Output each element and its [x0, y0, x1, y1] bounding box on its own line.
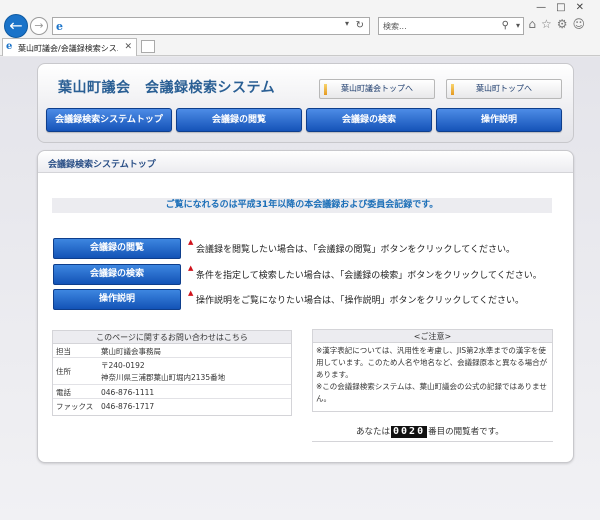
- address-dropdown-icon[interactable]: ▾: [345, 19, 349, 28]
- nav-search-minutes[interactable]: 会議録の検索: [306, 108, 432, 132]
- instructions-description: 操作説明をご覧になりたい場合は、「操作説明」ボタンをクリックしてください。: [196, 296, 524, 306]
- favorites-star-icon[interactable]: ☆: [541, 17, 557, 31]
- content-panel: 会議録検索システムトップ ご覧になれるのは平成31年以降の本会議録および委員会記…: [37, 150, 574, 463]
- window-controls[interactable]: —□✕: [536, 2, 594, 13]
- divider: [312, 441, 553, 442]
- search-icon[interactable]: ⚲: [502, 20, 509, 31]
- contact-value: 046-876-1717: [101, 402, 155, 411]
- contact-value: 〒240-0192 神奈川県三浦郡葉山町堀内2135番地: [101, 360, 225, 384]
- ie-logo-icon: e: [56, 20, 63, 33]
- smiley-icon[interactable]: ☺: [572, 17, 590, 31]
- contact-label: 担当: [56, 347, 71, 356]
- visitor-counter: あなたは 0020 番目の閲覧者です。: [356, 425, 504, 438]
- tab-title: 葉山町議会/会議録検索シス...: [18, 44, 118, 53]
- contact-table: このページに関するお問い合わせはこちら 担当 葉山町議会事務局 住所 〒240-…: [52, 330, 292, 416]
- availability-notice: ご覧になれるのは平成31年以降の本会議録および委員会記録です。: [52, 198, 552, 213]
- town-top-link[interactable]: 葉山町トップへ: [446, 79, 562, 99]
- nav-instructions[interactable]: 操作説明: [436, 108, 562, 132]
- bullet-mark: ▲: [188, 289, 194, 297]
- close-icon[interactable]: ✕: [124, 42, 132, 52]
- contact-value: 046-876-1111: [101, 388, 155, 397]
- contact-row: 住所 〒240-0192 神奈川県三浦郡葉山町堀内2135番地: [53, 358, 291, 385]
- new-tab-button[interactable]: [141, 40, 155, 53]
- search-minutes-description: 条件を指定して検索したい場合は、「会議録の検索」ボタンをクリックしてください。: [196, 271, 542, 281]
- page-title: 会議録検索システムトップ: [48, 160, 156, 170]
- nav-browse-minutes[interactable]: 会議録の閲覧: [176, 108, 302, 132]
- toolbar-icons[interactable]: ⌂☆⚙☺: [528, 17, 590, 31]
- assembly-top-link[interactable]: 葉山町議会トップへ: [319, 79, 435, 99]
- main-nav: 会議録検索システムトップ 会議録の閲覧 会議録の検索 操作説明: [46, 108, 566, 133]
- postal-code: 〒240-0192: [101, 361, 145, 370]
- site-header: 葉山町議会 会議録検索システム 葉山町議会トップへ 葉山町トップへ 会議録検索シ…: [37, 63, 574, 143]
- counter-prefix: あなたは: [356, 427, 391, 437]
- bullet-mark: ▲: [188, 238, 194, 246]
- street-address: 神奈川県三浦郡葉山町堀内2135番地: [101, 373, 226, 382]
- content-header: 会議録検索システムトップ: [38, 151, 573, 173]
- refresh-icon[interactable]: ↻: [356, 20, 364, 31]
- contact-label: ファックス: [56, 402, 94, 411]
- browser-search-box[interactable]: 検索... ⚲ ▾: [378, 17, 524, 35]
- ie-tab-icon: e: [6, 41, 13, 52]
- caution-body: ※漢字表記については、汎用性を考慮し、JIS第2水準までの漢字を使用しています。…: [313, 343, 552, 407]
- search-dropdown-icon[interactable]: ▾: [516, 21, 520, 30]
- caution-heading: <ご注意>: [313, 330, 552, 343]
- contact-row: 電話 046-876-1111: [53, 385, 291, 399]
- address-bar[interactable]: e ▾ ↻: [52, 17, 370, 35]
- contact-row: 担当 葉山町議会事務局: [53, 344, 291, 358]
- bullet-mark: ▲: [188, 264, 194, 272]
- contact-label: 住所: [56, 367, 71, 376]
- search-minutes-button[interactable]: 会議録の検索: [53, 264, 181, 285]
- back-button[interactable]: ←: [4, 14, 28, 38]
- browse-minutes-description: 会議録を閲覧したい場合は、「会議録の閲覧」ボタンをクリックしてください。: [196, 245, 515, 255]
- site-title: 葉山町議会 会議録検索システム: [58, 80, 276, 96]
- search-input[interactable]: 検索...: [383, 21, 407, 32]
- browser-tab[interactable]: e 葉山町議会/会議録検索シス... ✕: [2, 38, 137, 56]
- forward-button[interactable]: →: [30, 17, 48, 35]
- caution-text: ※この会議録検索システムは、葉山町議会の公式の記録ではありません。: [316, 382, 547, 403]
- counter-digits: 0020: [391, 426, 428, 438]
- contact-row: ファックス 046-876-1717: [53, 399, 291, 414]
- browser-chrome: ← → e ▾ ↻ 検索... ⚲ ▾ —□✕ ⌂☆⚙☺ e 葉山町議会/会議録…: [0, 0, 600, 56]
- home-icon[interactable]: ⌂: [528, 17, 541, 31]
- caution-box: <ご注意> ※漢字表記については、汎用性を考慮し、JIS第2水準までの漢字を使用…: [312, 329, 553, 412]
- nav-search-system-top[interactable]: 会議録検索システムトップ: [46, 108, 172, 132]
- caution-text: ※漢字表記については、汎用性を考慮し、JIS第2水準までの漢字を使用しています。…: [316, 346, 548, 379]
- instructions-button[interactable]: 操作説明: [53, 289, 181, 310]
- contact-label: 電話: [56, 388, 71, 397]
- counter-suffix: 番目の閲覧者です。: [428, 427, 504, 437]
- contact-value: 葉山町議会事務局: [101, 347, 161, 356]
- contact-heading: このページに関するお問い合わせはこちら: [53, 331, 291, 344]
- browse-minutes-button[interactable]: 会議録の閲覧: [53, 238, 181, 259]
- gear-icon[interactable]: ⚙: [557, 17, 573, 31]
- page: 葉山町議会 会議録検索システム 葉山町議会トップへ 葉山町トップへ 会議録検索シ…: [0, 57, 600, 520]
